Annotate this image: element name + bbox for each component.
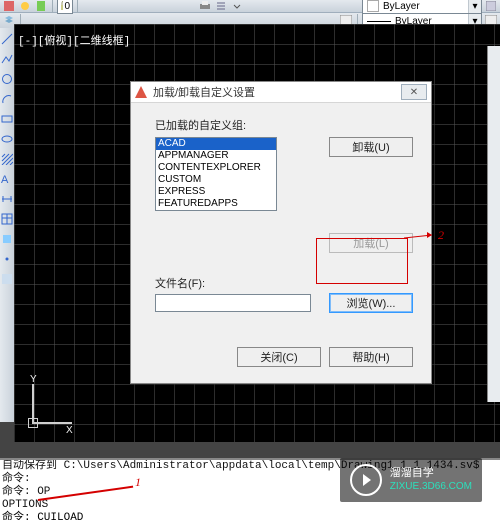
left-tool-palette: A xyxy=(0,28,15,422)
annotation-label-2: 2 xyxy=(438,228,444,243)
dialog-close-button[interactable]: ✕ xyxy=(401,84,427,100)
filename-input[interactable] xyxy=(155,294,311,312)
annotation-box-2 xyxy=(316,238,408,284)
cuiload-dialog: 加载/卸载自定义设置 ✕ 已加载的自定义组: ACAD APPMANAGER C… xyxy=(130,81,432,384)
lock-count: 0 xyxy=(64,1,70,12)
dialog-titlebar[interactable]: 加载/卸载自定义设置 ✕ xyxy=(131,82,431,103)
list-item[interactable]: EXPRESS xyxy=(156,186,276,198)
arc-tool-icon[interactable] xyxy=(0,92,14,106)
yellow-sun-icon[interactable] xyxy=(18,0,32,13)
circle-tool-icon[interactable] xyxy=(0,72,14,86)
dialog-title: 加载/卸载自定义设置 xyxy=(153,84,255,100)
hatch-tool-icon[interactable] xyxy=(0,152,14,166)
separator xyxy=(77,0,78,13)
print-icon[interactable] xyxy=(198,0,212,13)
cmd-current-line: 命令: CUILOAD xyxy=(2,512,498,520)
point-tool-icon[interactable] xyxy=(0,252,14,266)
dropdown-icon[interactable] xyxy=(230,0,244,13)
watermark-subtitle: ZIXUE.3D66.COM xyxy=(390,480,472,493)
list-item[interactable]: FEATUREDAPPS xyxy=(156,198,276,210)
loaded-groups-label: 已加载的自定义组: xyxy=(155,117,413,133)
block-tool-icon[interactable] xyxy=(0,232,14,246)
ribbon-row-1: 0 ByLayer ▾ xyxy=(0,0,500,13)
ucs-icon: Y X xyxy=(20,374,80,434)
close-button[interactable]: 关闭(C) xyxy=(237,347,321,367)
bylayer-edit-icon[interactable] xyxy=(484,0,498,13)
bylayer-label: ByLayer xyxy=(383,1,420,12)
filename-label: 文件名(F): xyxy=(155,275,205,291)
separator xyxy=(52,0,53,13)
unload-button[interactable]: 卸载(U) xyxy=(329,137,413,157)
layer-bylayer-dropdown[interactable]: ByLayer ▾ xyxy=(362,0,482,14)
chevron-down-icon: ▾ xyxy=(468,0,481,13)
list-icon[interactable] xyxy=(214,0,228,13)
browse-button[interactable]: 浏览(W)... xyxy=(329,293,413,313)
play-circle-icon xyxy=(350,464,382,496)
text-tool-icon[interactable]: A xyxy=(0,172,14,186)
ucs-x-label: X xyxy=(66,425,73,436)
list-item[interactable]: CONTENTEXPLORER xyxy=(156,162,276,174)
list-item[interactable]: ACAD xyxy=(156,138,276,150)
vertical-scrollbar[interactable] xyxy=(487,46,500,402)
view-label[interactable]: [-][俯视][二维线框] xyxy=(18,32,130,48)
annotation-arrow-2 xyxy=(404,232,438,244)
annotation-label-1: 1 xyxy=(135,475,141,490)
table-tool-icon[interactable] xyxy=(0,212,14,226)
line-tool-icon[interactable] xyxy=(0,32,14,46)
ucs-y-label: Y xyxy=(30,374,37,385)
polyline-tool-icon[interactable] xyxy=(0,52,14,66)
svg-text:A: A xyxy=(1,174,9,185)
watermark-badge: 溜溜自学 ZIXUE.3D66.COM xyxy=(340,458,482,502)
rectangle-tool-icon[interactable] xyxy=(0,112,14,126)
color-palette-icon[interactable] xyxy=(2,0,16,13)
list-item[interactable]: MODELDOC xyxy=(156,210,276,211)
help-button[interactable]: 帮助(H) xyxy=(329,347,413,367)
loaded-groups-list[interactable]: ACAD APPMANAGER CONTENTEXPLORER CUSTOM E… xyxy=(155,137,277,211)
lock-dropdown[interactable]: 0 xyxy=(57,0,73,14)
dimension-tool-icon[interactable] xyxy=(0,192,14,206)
list-item[interactable]: APPMANAGER xyxy=(156,150,276,162)
watermark-title: 溜溜自学 xyxy=(390,467,472,480)
list-item[interactable]: CUSTOM xyxy=(156,174,276,186)
green-tool-icon[interactable] xyxy=(34,0,48,13)
ellipse-tool-icon[interactable] xyxy=(0,132,14,146)
app-logo-icon xyxy=(135,86,147,98)
region-tool-icon[interactable] xyxy=(0,272,14,286)
